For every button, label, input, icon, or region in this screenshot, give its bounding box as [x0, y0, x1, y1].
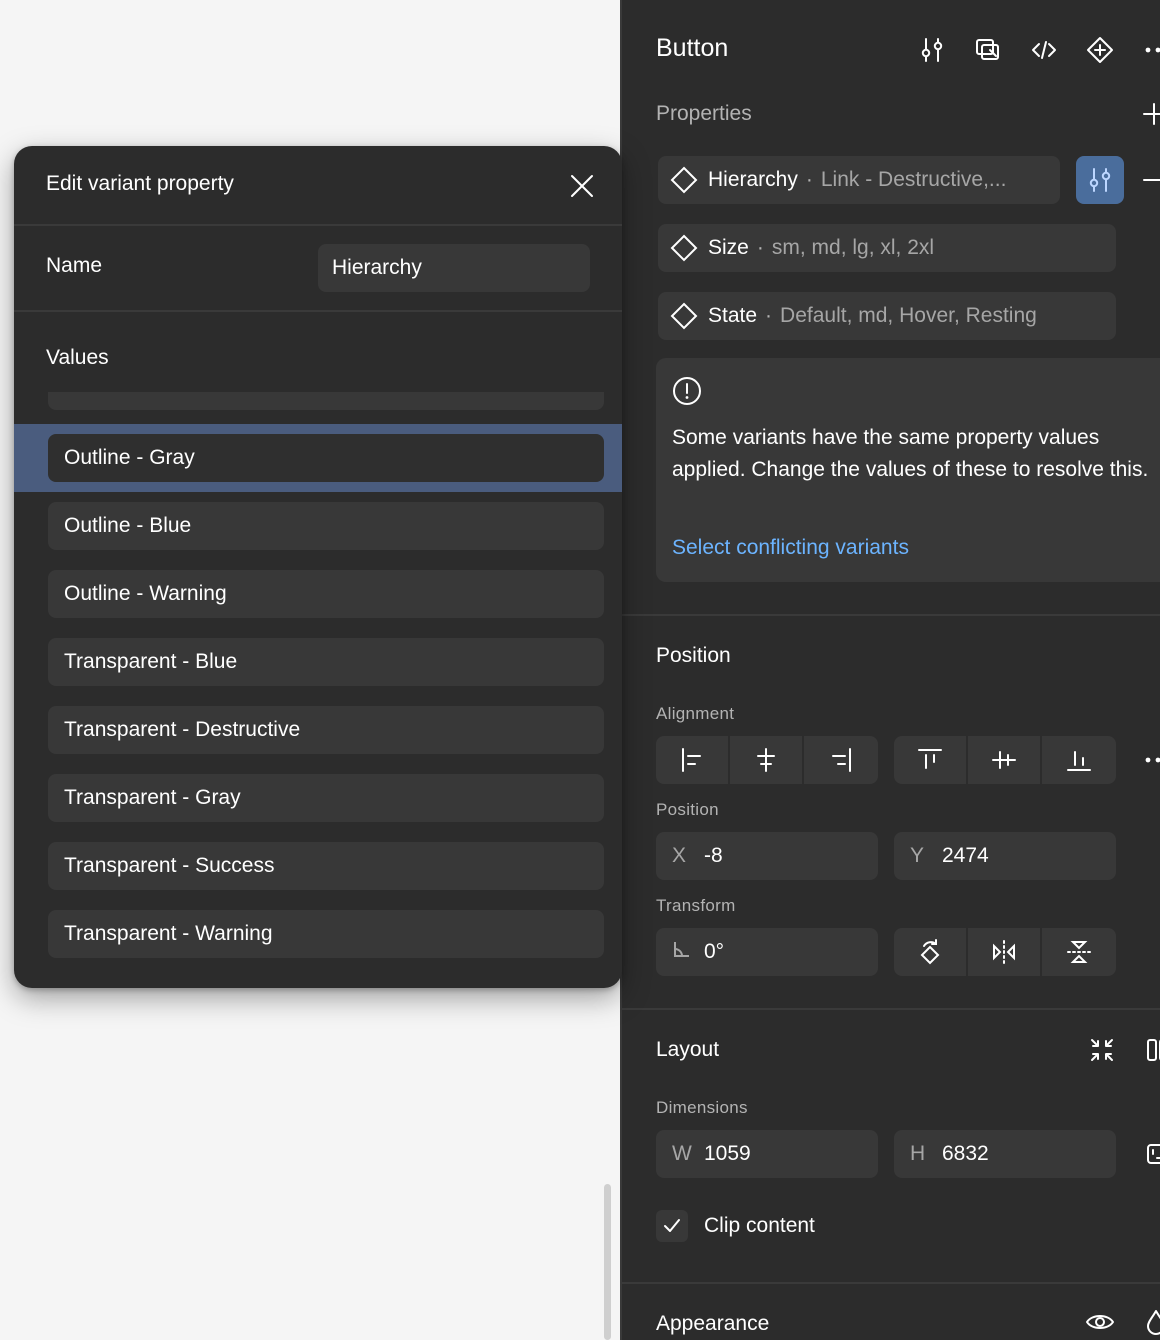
horizontal-alignment-group: [656, 736, 878, 784]
more-alignment-icon[interactable]: [1136, 742, 1160, 778]
separator-dot: ·: [765, 304, 773, 327]
clip-content-checkbox[interactable]: [656, 1210, 688, 1242]
name-label: Name: [46, 254, 103, 277]
visibility-eye-icon[interactable]: [1082, 1304, 1118, 1340]
align-top-button[interactable]: [894, 736, 968, 784]
rotation-icon: [672, 939, 704, 965]
clip-content-label: Clip content: [704, 1214, 815, 1237]
variant-property-icon: [670, 302, 698, 330]
align-left-button[interactable]: [656, 736, 730, 784]
align-vertical-center-button[interactable]: [968, 736, 1042, 784]
x-position-field[interactable]: X -8: [656, 832, 878, 880]
w-value: 1059: [704, 1142, 751, 1165]
constrain-proportions-icon[interactable]: [1138, 1136, 1160, 1172]
align-horizontal-center-button[interactable]: [730, 736, 804, 784]
w-label: W: [672, 1142, 692, 1165]
prototype-icon[interactable]: [970, 32, 1006, 68]
panel-title: Button: [656, 34, 729, 62]
edit-variant-property-dialog: Edit variant property Name Hierarchy Val…: [14, 146, 622, 988]
y-label: Y: [910, 844, 925, 867]
flip-vertical-button[interactable]: [1042, 928, 1116, 976]
more-icon[interactable]: [1136, 32, 1160, 68]
value-item[interactable]: Outline - Warning: [48, 570, 604, 618]
flip-horizontal-button[interactable]: [968, 928, 1042, 976]
code-icon[interactable]: [1026, 32, 1062, 68]
dialog-divider: [14, 224, 622, 226]
property-values: sm, md, lg, xl, 2xl: [771, 236, 935, 259]
transform-group: [894, 928, 1116, 976]
edit-property-button[interactable]: [1076, 156, 1124, 204]
dialog-divider: [14, 310, 622, 312]
dimensions-label: Dimensions: [656, 1098, 748, 1117]
x-label: X: [672, 844, 687, 867]
collapse-icon[interactable]: [1084, 1032, 1120, 1068]
layout-mode-icon[interactable]: [1138, 1032, 1160, 1068]
conflict-warning: Some variants have the same property val…: [656, 358, 1160, 582]
values-label: Values: [46, 346, 109, 369]
close-icon[interactable]: [566, 170, 598, 202]
warning-icon: [672, 376, 702, 406]
rotate-90-button[interactable]: [894, 928, 968, 976]
y-position-field[interactable]: Y 2474: [894, 832, 1116, 880]
property-values: Default, md, Hover, Resting: [780, 304, 1037, 327]
separator-dot: ·: [756, 236, 764, 259]
properties-label: Properties: [656, 102, 752, 125]
x-value: -8: [704, 844, 723, 867]
separator-dot: ·: [805, 168, 813, 191]
alignment-label: Alignment: [656, 704, 735, 723]
h-value: 6832: [942, 1142, 989, 1165]
property-values: Link - Destructive,...: [820, 168, 1007, 191]
property-name-input[interactable]: Hierarchy: [318, 244, 590, 292]
component-icon[interactable]: [1082, 32, 1118, 68]
height-field[interactable]: H 6832: [894, 1130, 1116, 1178]
value-item-selected[interactable]: Outline - Gray: [48, 434, 604, 482]
value-item[interactable]: Transparent - Blue: [48, 638, 604, 686]
section-divider: [622, 1008, 1160, 1010]
warning-text: Some variants have the same property val…: [672, 426, 1149, 481]
value-item[interactable]: Outline - Success: [48, 392, 604, 410]
y-value: 2474: [942, 844, 989, 867]
section-divider: [622, 614, 1160, 616]
properties-panel: Button Properties Hierarchy · Link - Des…: [620, 0, 1160, 1340]
vertical-alignment-group: [894, 736, 1116, 784]
property-row-hierarchy[interactable]: Hierarchy · Link - Destructive,...: [658, 156, 1060, 204]
rotation-field[interactable]: 0°: [656, 928, 878, 976]
property-name: State: [708, 304, 758, 327]
position-title: Position: [656, 644, 731, 667]
values-list: Outline - Success Outline - Gray Outline…: [14, 392, 622, 988]
variant-property-icon: [670, 166, 698, 194]
transform-label: Transform: [656, 896, 736, 915]
rotation-value: 0°: [704, 940, 725, 963]
appearance-title: Appearance: [656, 1312, 770, 1335]
property-row-size[interactable]: Size · sm, md, lg, xl, 2xl: [658, 224, 1116, 272]
value-item[interactable]: Transparent - Success: [48, 842, 604, 890]
value-item[interactable]: Transparent - Destructive: [48, 706, 604, 754]
property-name: Size: [708, 236, 749, 259]
canvas-scrollbar[interactable]: [604, 1184, 611, 1340]
adjust-icon[interactable]: [914, 32, 950, 68]
select-conflicting-link[interactable]: Select conflicting variants: [672, 536, 909, 560]
layout-title: Layout: [656, 1038, 720, 1061]
h-label: H: [910, 1142, 926, 1165]
width-field[interactable]: W 1059: [656, 1130, 878, 1178]
add-property-icon[interactable]: [1136, 96, 1160, 132]
variant-property-icon: [670, 234, 698, 262]
dialog-title: Edit variant property: [46, 172, 234, 195]
property-row-state[interactable]: State · Default, md, Hover, Resting: [658, 292, 1116, 340]
align-bottom-button[interactable]: [1042, 736, 1116, 784]
value-item[interactable]: Transparent - Gray: [48, 774, 604, 822]
value-item[interactable]: Transparent - Warning: [48, 910, 604, 958]
section-divider: [622, 1282, 1160, 1284]
property-name: Hierarchy: [708, 168, 798, 191]
opacity-drop-icon[interactable]: [1138, 1304, 1160, 1340]
remove-property-icon[interactable]: [1136, 162, 1160, 198]
align-right-button[interactable]: [804, 736, 878, 784]
position-label: Position: [656, 800, 719, 819]
value-item[interactable]: Outline - Blue: [48, 502, 604, 550]
